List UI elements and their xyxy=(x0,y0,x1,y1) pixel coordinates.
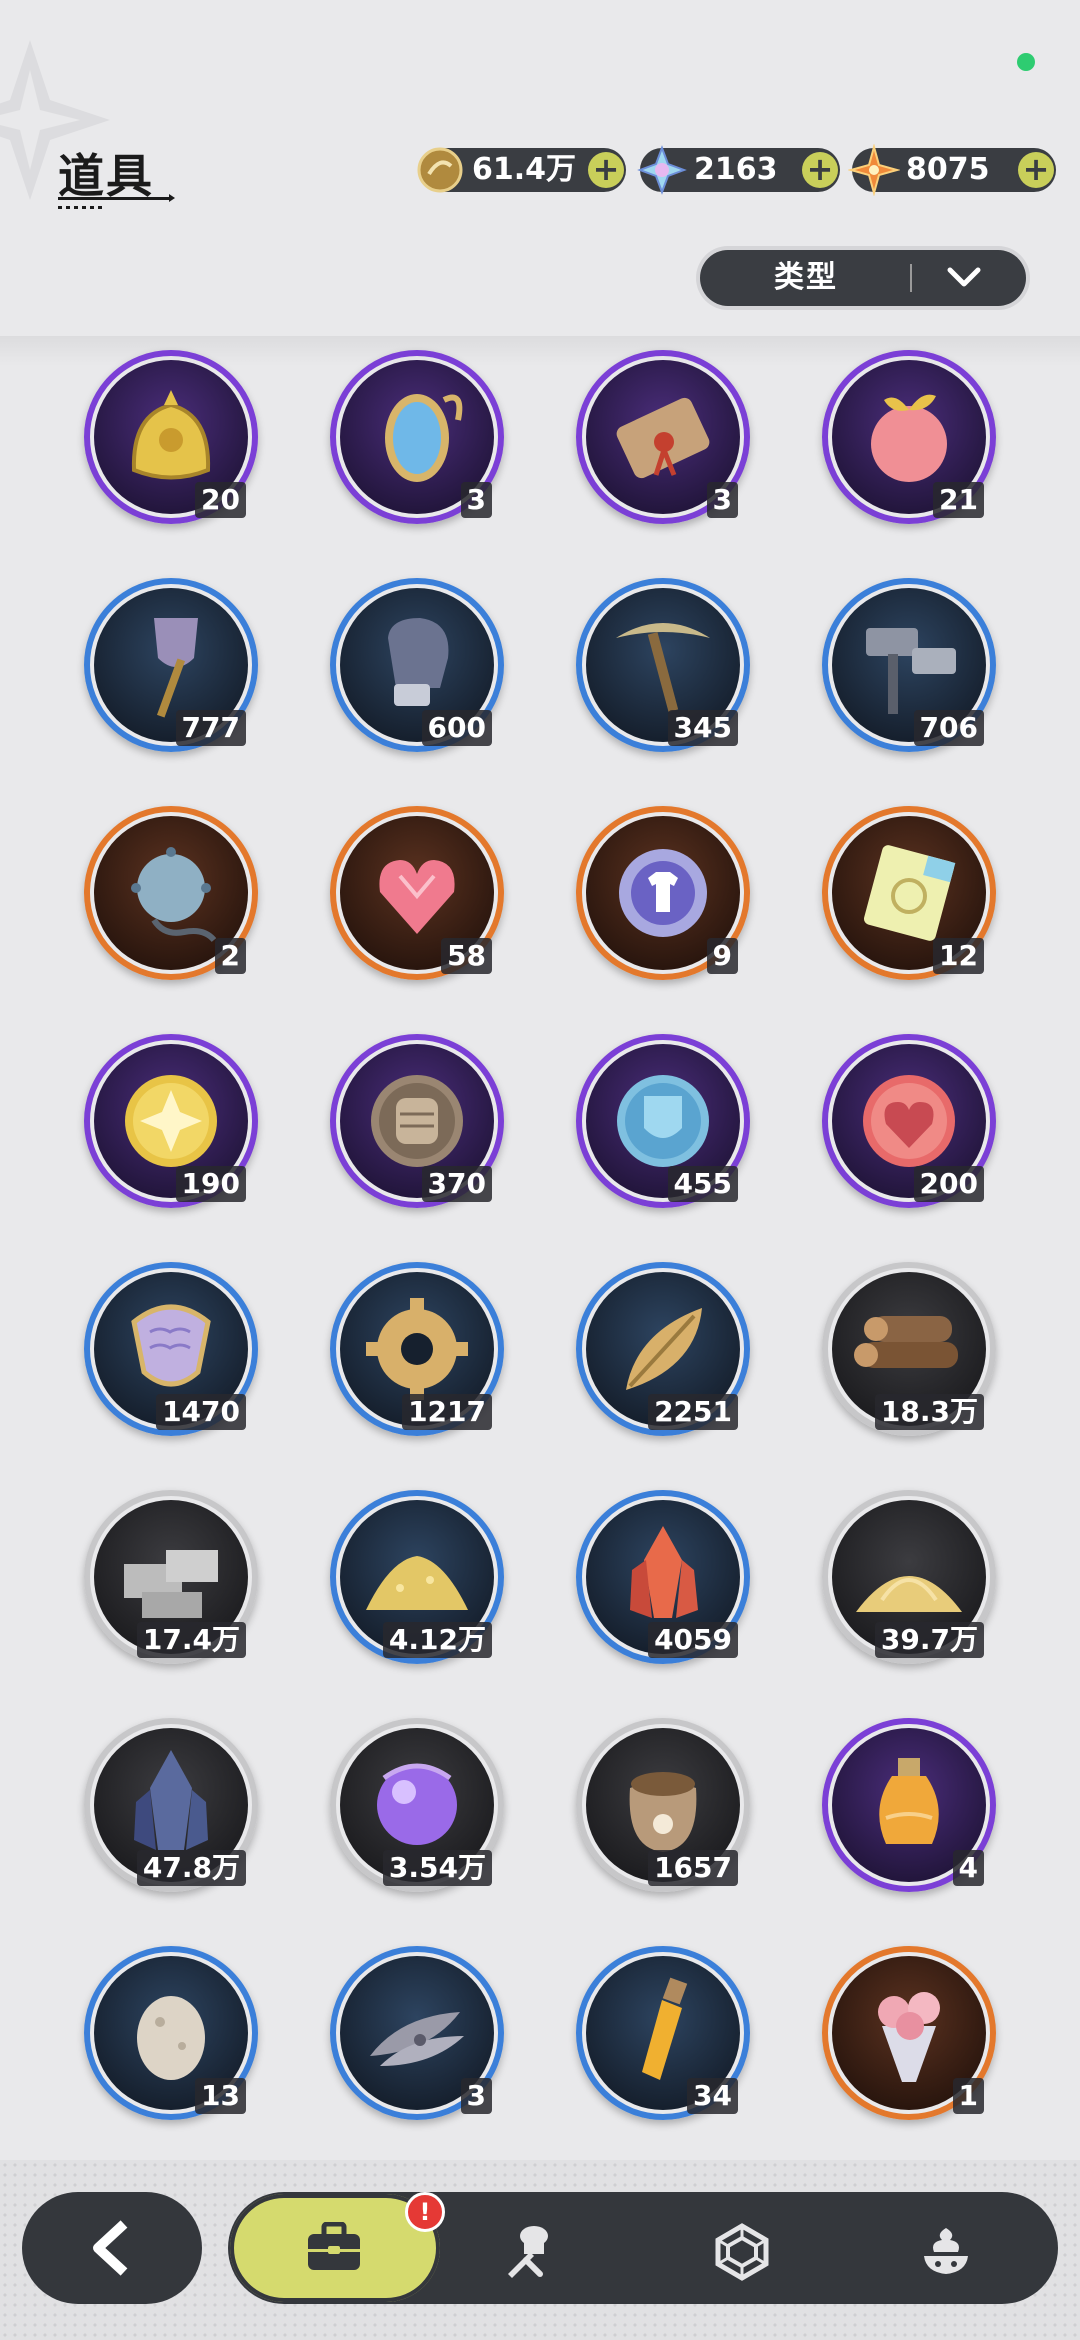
inventory-item[interactable]: 600 xyxy=(330,578,504,752)
back-button[interactable] xyxy=(22,2192,202,2304)
item-count: 1657 xyxy=(648,1850,738,1886)
item-count: 12 xyxy=(933,938,984,974)
item-count: 4.12万 xyxy=(382,1622,492,1658)
item-count: 1470 xyxy=(156,1394,246,1430)
inventory-item[interactable]: 1217 xyxy=(330,1262,504,1436)
item-count: 13 xyxy=(195,2078,246,2114)
inventory-item[interactable]: 18.3万 xyxy=(822,1262,996,1436)
item-count: 345 xyxy=(667,710,738,746)
bag-icon xyxy=(308,2222,360,2270)
inventory-item[interactable]: 3 xyxy=(330,1946,504,2120)
currency-star: 8075 + xyxy=(848,144,1056,196)
chevron-down-icon xyxy=(947,267,981,287)
item-count: 455 xyxy=(667,1166,738,1202)
status-indicator xyxy=(1017,53,1035,71)
inventory-item[interactable]: 4 xyxy=(822,1718,996,1892)
inventory-item[interactable]: 17.4万 xyxy=(84,1490,258,1664)
inventory-item[interactable]: 9 xyxy=(576,806,750,980)
item-count: 1 xyxy=(952,2078,984,2114)
inventory-item[interactable]: 3.54万 xyxy=(330,1718,504,1892)
item-count: 600 xyxy=(421,710,492,746)
notification-badge: ! xyxy=(405,2192,445,2232)
inventory-item[interactable]: 455 xyxy=(576,1034,750,1208)
inventory-item[interactable]: 12 xyxy=(822,806,996,980)
item-count: 1217 xyxy=(402,1394,492,1430)
gold-coin-icon xyxy=(417,147,463,193)
inventory-item[interactable]: 13 xyxy=(84,1946,258,2120)
item-count: 3.54万 xyxy=(382,1850,492,1886)
inventory-item[interactable]: 1 xyxy=(822,1946,996,2120)
title-underline xyxy=(58,194,175,202)
inventory-item[interactable]: 777 xyxy=(84,578,258,752)
star-shard-icon xyxy=(848,144,900,196)
item-count: 4059 xyxy=(648,1622,738,1658)
inventory-item[interactable]: 190 xyxy=(84,1034,258,1208)
item-count: 190 xyxy=(175,1166,246,1202)
hexagon-gem-icon[interactable] xyxy=(712,2222,772,2282)
item-count: 370 xyxy=(421,1166,492,1202)
item-count: 17.4万 xyxy=(136,1622,246,1658)
item-count: 18.3万 xyxy=(874,1394,984,1430)
inventory-item[interactable]: 4.12万 xyxy=(330,1490,504,1664)
inventory-item[interactable]: 200 xyxy=(822,1034,996,1208)
item-count: 2251 xyxy=(648,1394,738,1430)
item-count: 3 xyxy=(706,482,738,518)
inventory-item[interactable]: 3 xyxy=(330,350,504,524)
inventory-item[interactable]: 47.8万 xyxy=(84,1718,258,1892)
item-count: 39.7万 xyxy=(874,1622,984,1658)
inventory-item[interactable]: 2 xyxy=(84,806,258,980)
currency-mora: 61.4万 + xyxy=(417,147,626,193)
currency-value: 8075 xyxy=(906,152,990,187)
chef-knife-icon[interactable] xyxy=(500,2222,560,2282)
currency-crystal: 2163 + xyxy=(637,145,840,195)
item-count: 2 xyxy=(214,938,246,974)
inventory-item[interactable]: 4059 xyxy=(576,1490,750,1664)
item-count: 34 xyxy=(687,2078,738,2114)
currency-value: 2163 xyxy=(694,152,778,187)
add-crystal-button[interactable]: + xyxy=(802,152,838,188)
item-count: 20 xyxy=(195,482,246,518)
type-filter-dropdown[interactable]: 类型 xyxy=(700,250,1026,306)
inventory-item[interactable]: 20 xyxy=(84,350,258,524)
inventory-item[interactable]: 370 xyxy=(330,1034,504,1208)
currency-value: 61.4万 xyxy=(472,152,577,187)
type-filter-label: 类型 xyxy=(774,260,838,295)
inventory-item[interactable]: 39.7万 xyxy=(822,1490,996,1664)
item-count: 21 xyxy=(933,482,984,518)
inventory-item[interactable]: 706 xyxy=(822,578,996,752)
item-count: 9 xyxy=(706,938,738,974)
item-count: 3 xyxy=(460,2078,492,2114)
inventory-item[interactable]: 1657 xyxy=(576,1718,750,1892)
divider xyxy=(910,264,912,292)
item-count: 777 xyxy=(175,710,246,746)
inventory-item[interactable]: 1470 xyxy=(84,1262,258,1436)
add-mora-button[interactable]: + xyxy=(588,152,624,188)
inventory-item[interactable]: 2251 xyxy=(576,1262,750,1436)
dessert-icon[interactable] xyxy=(916,2222,976,2282)
item-count: 4 xyxy=(952,1850,984,1886)
back-arrow-icon xyxy=(93,2220,128,2276)
item-count: 47.8万 xyxy=(136,1850,246,1886)
add-star-button[interactable]: + xyxy=(1018,152,1054,188)
inventory-item[interactable]: 58 xyxy=(330,806,504,980)
inventory-item[interactable]: 345 xyxy=(576,578,750,752)
inventory-item[interactable]: 3 xyxy=(576,350,750,524)
item-count: 58 xyxy=(441,938,492,974)
item-count: 706 xyxy=(913,710,984,746)
item-count: 200 xyxy=(913,1166,984,1202)
title-dots xyxy=(58,206,106,209)
inventory-item[interactable]: 21 xyxy=(822,350,996,524)
inventory-item[interactable]: 34 xyxy=(576,1946,750,2120)
item-count: 3 xyxy=(460,482,492,518)
crystal-icon xyxy=(637,145,687,195)
